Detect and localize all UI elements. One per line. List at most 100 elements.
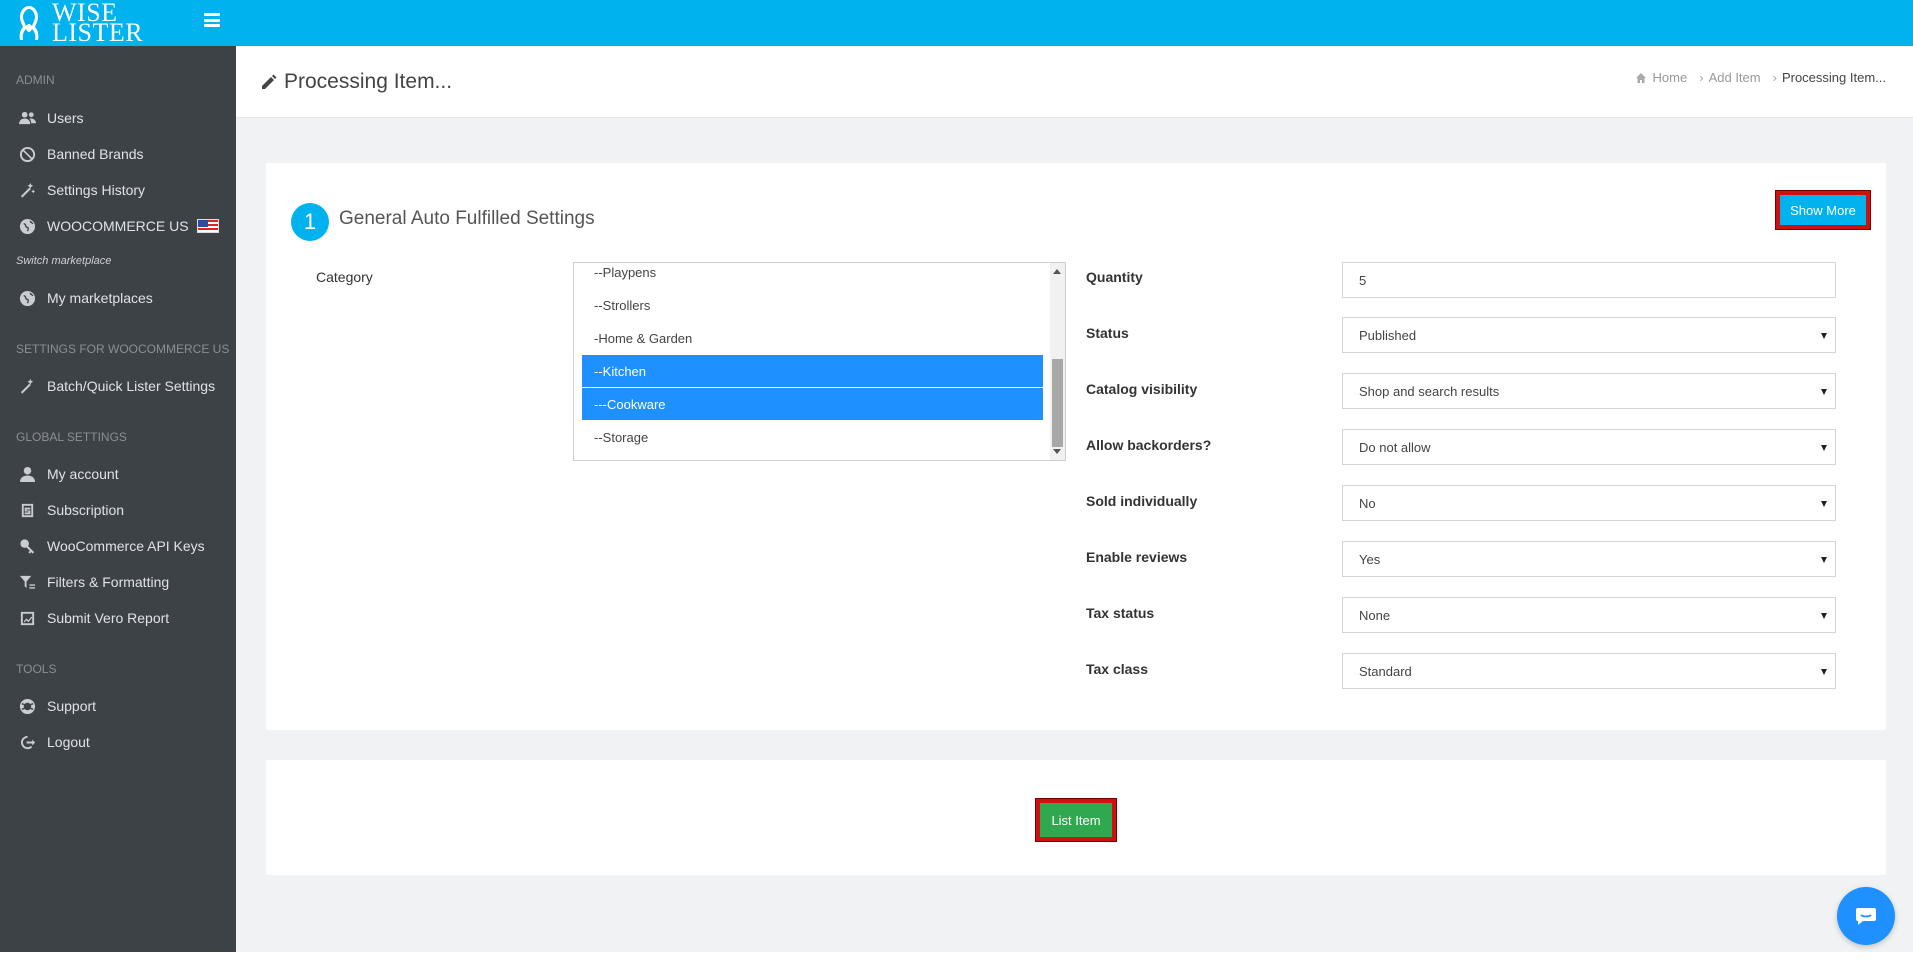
sold-individually-label: Sold individually <box>1086 493 1198 509</box>
dropdown-caret-icon <box>1821 613 1827 619</box>
sidebar-item-label: Subscription <box>47 502 125 518</box>
quantity-input[interactable]: 5 <box>1342 262 1836 298</box>
users-icon <box>18 109 36 127</box>
logo[interactable]: WISE LISTER <box>12 0 143 46</box>
sidebar-item-label: Settings History <box>47 182 146 198</box>
sidebar-item-label: Filters & Formatting <box>47 574 170 590</box>
report-icon <box>18 609 36 627</box>
breadcrumb-separator-icon: › <box>1772 70 1777 85</box>
sidebar: ADMIN Users Banned Brands Settings Histo… <box>0 46 236 952</box>
catalog-visibility-select[interactable]: Shop and search results <box>1342 373 1836 409</box>
enable-reviews-label: Enable reviews <box>1086 549 1188 565</box>
sidebar-item-label: Submit Vero Report <box>47 610 170 626</box>
sidebar-item-label: Logout <box>47 734 90 750</box>
tax-status-label: Tax status <box>1086 605 1155 621</box>
top-bar: WISE LISTER <box>0 0 1913 46</box>
dropdown-caret-icon <box>1821 445 1827 451</box>
actions-card: List Item <box>266 760 1886 875</box>
user-icon <box>18 465 36 483</box>
scroll-up-arrow-icon[interactable] <box>1053 269 1061 274</box>
breadcrumb: Home › Add Item › Processing Item... <box>1635 70 1886 85</box>
category-option[interactable]: --Playpens <box>582 263 1043 288</box>
tax-class-value: Standard <box>1359 663 1412 679</box>
sidebar-item-label: WooCommerce API Keys <box>47 538 205 554</box>
sidebar-section-tools: TOOLS <box>16 662 57 676</box>
bottom-strip <box>0 952 1913 963</box>
breadcrumb-separator-icon: › <box>1699 70 1704 85</box>
us-flag-icon <box>196 219 219 233</box>
sidebar-item-label: Users <box>47 110 84 126</box>
page-title-text: Processing Item... <box>284 70 453 93</box>
tax-class-label: Tax class <box>1086 661 1149 677</box>
sidebar-item-woocommerce-us[interactable]: WOOCOMMERCE US <box>0 211 236 241</box>
sidebar-item-label: WOOCOMMERCE US <box>47 218 189 234</box>
dropdown-caret-icon <box>1821 501 1827 507</box>
dropdown-caret-icon <box>1821 557 1827 563</box>
page-title: Processing Item... <box>260 70 452 94</box>
dropdown-caret-icon <box>1821 333 1827 339</box>
sidebar-item-support[interactable]: Support <box>0 691 236 721</box>
sidebar-item-label: My marketplaces <box>47 290 153 306</box>
enable-reviews-value: Yes <box>1359 551 1381 567</box>
sidebar-item-settings-history[interactable]: Settings History <box>0 175 236 205</box>
sidebar-item-vero-report[interactable]: Submit Vero Report <box>0 603 236 633</box>
show-more-button[interactable]: Show More <box>1775 190 1871 230</box>
wand-icon <box>18 377 36 395</box>
status-select[interactable]: Published <box>1342 317 1836 353</box>
listbox-scrollbar[interactable] <box>1050 263 1065 460</box>
status-label: Status <box>1086 325 1129 341</box>
category-label: Category <box>316 269 373 285</box>
sidebar-item-label: Support <box>47 698 97 714</box>
breadcrumb-home[interactable]: Home <box>1653 70 1688 85</box>
subscription-icon <box>18 501 36 519</box>
allow-backorders-label: Allow backorders? <box>1086 437 1212 453</box>
logo-figure-icon <box>19 6 39 40</box>
enable-reviews-select[interactable]: Yes <box>1342 541 1836 577</box>
breadcrumb-current: Processing Item... <box>1781 70 1886 85</box>
sold-individually-select[interactable]: No <box>1342 485 1836 521</box>
tax-status-select[interactable]: None <box>1342 597 1836 633</box>
sidebar-item-label: My account <box>47 466 119 482</box>
scroll-down-arrow-icon[interactable] <box>1053 449 1061 454</box>
sidebar-item-users[interactable]: Users <box>0 103 236 133</box>
sidebar-item-api-keys[interactable]: WooCommerce API Keys <box>0 531 236 561</box>
sidebar-item-my-account[interactable]: My account <box>0 459 236 489</box>
status-value: Published <box>1359 327 1417 343</box>
globe-icon <box>18 217 36 235</box>
category-option[interactable]: --Storage <box>582 421 1043 453</box>
sidebar-item-logout[interactable]: Logout <box>0 727 236 757</box>
sidebar-item-banned-brands[interactable]: Banned Brands <box>0 139 236 169</box>
chat-bubble-icon <box>1856 908 1876 925</box>
category-option[interactable]: -Home & Garden <box>582 322 1043 354</box>
list-item-button[interactable]: List Item <box>1035 798 1117 842</box>
catalog-visibility-value: Shop and search results <box>1359 383 1500 399</box>
sidebar-item-filters[interactable]: Filters & Formatting <box>0 567 236 597</box>
category-option-selected[interactable]: --Kitchen <box>582 355 1043 387</box>
page-header: Processing Item... Home › Add Item › Pro… <box>236 46 1913 118</box>
scrollbar-thumb[interactable] <box>1052 359 1063 447</box>
sidebar-section-admin: ADMIN <box>16 73 55 87</box>
quantity-label: Quantity <box>1086 269 1143 285</box>
category-option[interactable]: --Strollers <box>582 289 1043 321</box>
wand-icon <box>18 181 36 199</box>
tax-status-value: None <box>1359 607 1391 623</box>
banned-icon <box>18 145 36 163</box>
menu-toggle-icon[interactable] <box>204 13 220 27</box>
chat-widget-button[interactable] <box>1837 887 1895 945</box>
card-title: General Auto Fulfilled Settings <box>339 208 595 229</box>
sidebar-item-batch-settings[interactable]: Batch/Quick Lister Settings <box>0 371 236 401</box>
filter-icon <box>18 573 36 591</box>
logo-text: WISE LISTER <box>52 0 143 46</box>
sidebar-section-settings-for: SETTINGS FOR WOOCOMMERCE US <box>16 342 230 356</box>
category-listbox[interactable]: --Playpens --Strollers -Home & Garden --… <box>573 262 1066 461</box>
home-icon <box>1635 72 1646 83</box>
sidebar-item-my-marketplaces[interactable]: My marketplaces <box>0 283 236 313</box>
tax-class-select[interactable]: Standard <box>1342 653 1836 689</box>
breadcrumb-add-item[interactable]: Add Item <box>1709 70 1761 85</box>
switch-marketplace-label: Switch marketplace <box>16 255 112 267</box>
logout-icon <box>18 733 36 751</box>
category-option-selected[interactable]: ---Cookware <box>582 388 1043 420</box>
step-number-badge: 1 <box>291 203 329 241</box>
sidebar-item-subscription[interactable]: Subscription <box>0 495 236 525</box>
allow-backorders-select[interactable]: Do not allow <box>1342 429 1836 465</box>
